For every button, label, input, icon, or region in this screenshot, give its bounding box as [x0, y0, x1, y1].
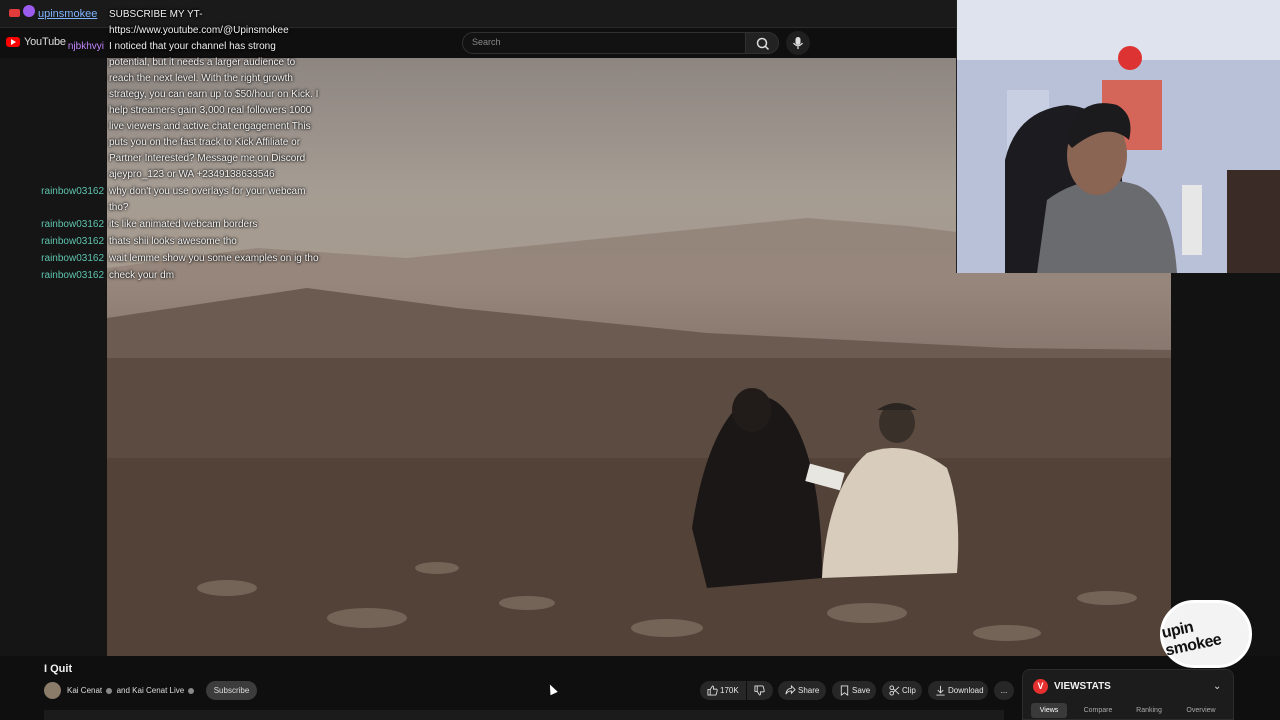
- search-placeholder: Search: [472, 37, 501, 47]
- clip-label: Clip: [902, 686, 916, 695]
- save-button[interactable]: Save: [832, 681, 876, 700]
- download-label: Download: [948, 686, 984, 695]
- dislike-button[interactable]: [747, 681, 773, 700]
- viewstats-panel: V VIEWSTATS ⌄ Views Compare Ranking Over…: [1022, 669, 1234, 720]
- clip-button[interactable]: Clip: [882, 681, 922, 700]
- bookmark-icon: [840, 685, 849, 696]
- viewstats-logo: V: [1033, 679, 1048, 694]
- share-button[interactable]: Share: [778, 681, 826, 700]
- search-icon: [756, 37, 770, 51]
- upinsmokee-watermark-logo: upin smokee: [1160, 600, 1252, 668]
- chat-text: wait lemme show you some examples on ig …: [109, 253, 319, 264]
- chat-username[interactable]: rainbow03162: [0, 184, 104, 200]
- mouse-cursor: [546, 682, 558, 696]
- webcam-scene: [957, 0, 1280, 273]
- chat-username[interactable]: rainbow03162: [0, 217, 104, 233]
- channel-link[interactable]: upinsmokee: [38, 8, 97, 20]
- channel-name-row[interactable]: Kai Cenat and Kai Cenat Live: [67, 686, 196, 695]
- save-label: Save: [852, 686, 871, 695]
- record-icon: [9, 9, 20, 17]
- chevron-down-icon[interactable]: ⌄: [1213, 681, 1221, 692]
- verified-icon: [106, 687, 113, 694]
- left-backdrop: [0, 58, 107, 656]
- viewstats-tab-ranking[interactable]: Ranking: [1131, 703, 1167, 718]
- scissors-icon: [889, 685, 900, 696]
- chat-text: why don't you use overlays for your webc…: [109, 186, 306, 197]
- like-button[interactable]: 170K: [700, 681, 746, 700]
- chat-text: live viewers and active chat engagement …: [109, 121, 311, 132]
- more-actions-button[interactable]: ...: [994, 681, 1014, 700]
- chat-text: reach the next level. With the right gro…: [109, 73, 293, 84]
- share-icon: [785, 685, 796, 695]
- microphone-icon: [792, 37, 804, 49]
- viewstats-tab-overview[interactable]: Overview: [1181, 703, 1221, 718]
- chat-text: help streamers gain 3,000 real followers…: [109, 105, 312, 116]
- chat-text: its like animated webcam borders: [109, 219, 258, 230]
- subscribe-button[interactable]: Subscribe: [206, 681, 257, 700]
- download-icon: [936, 685, 945, 696]
- channel-avatar[interactable]: [44, 682, 61, 699]
- chat-username[interactable]: njbkhvyi: [0, 39, 104, 55]
- chat-text: thats shii looks awesome tho: [109, 236, 237, 247]
- verified-icon-2: [188, 687, 195, 694]
- search-button[interactable]: [745, 32, 779, 54]
- search-input[interactable]: [462, 32, 746, 54]
- chat-username[interactable]: rainbow03162: [0, 234, 104, 250]
- chat-text: check your dm: [109, 270, 175, 281]
- chat-text: puts you on the fast track to Kick Affil…: [109, 137, 301, 148]
- webcam-feed: [956, 0, 1280, 273]
- share-label: Share: [798, 686, 820, 695]
- voice-search-button[interactable]: [786, 31, 810, 55]
- like-count: 170K: [720, 686, 739, 695]
- viewstats-tab-views[interactable]: Views: [1031, 703, 1067, 718]
- chat-username[interactable]: rainbow03162: [0, 268, 104, 284]
- star-icon: [23, 5, 35, 17]
- video-description-edge: [44, 710, 1004, 720]
- chat-text: ajeypro_123 or WA +2349138633546: [109, 169, 275, 180]
- chat-text: SUBSCRIBE MY YT-: [109, 9, 203, 20]
- chat-text: I noticed that your channel has strong: [109, 41, 276, 52]
- thumbs-down-icon: [754, 685, 765, 696]
- thumbs-up-icon: [707, 685, 718, 696]
- download-button[interactable]: Download: [928, 681, 988, 700]
- chat-username[interactable]: rainbow03162: [0, 251, 104, 267]
- chat-text: Partner Interested? Message me on Discor…: [109, 153, 306, 164]
- chat-text: tho?: [109, 202, 129, 213]
- video-title: I Quit: [44, 663, 73, 675]
- watermark-text: upin smokee: [1160, 618, 1223, 660]
- chat-text: strategy, you can earn up to $50/hour on…: [109, 89, 319, 100]
- channel-name[interactable]: Kai Cenat: [67, 686, 102, 695]
- chat-text: https://www.youtube.com/@Upinsmokee: [109, 25, 289, 36]
- chat-text: potential, but it needs a larger audienc…: [109, 57, 296, 68]
- collab-channel[interactable]: and Kai Cenat Live: [117, 686, 185, 695]
- viewstats-tab-compare[interactable]: Compare: [1080, 703, 1116, 718]
- viewstats-title: VIEWSTATS: [1054, 681, 1111, 692]
